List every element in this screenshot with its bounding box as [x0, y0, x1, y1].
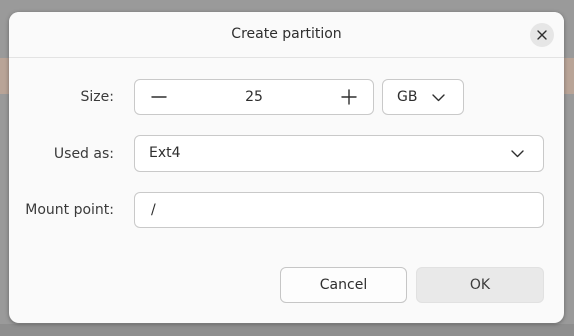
- ok-button[interactable]: OK: [416, 267, 544, 303]
- dialog-title: Create partition: [231, 26, 342, 42]
- increment-button[interactable]: [337, 85, 361, 109]
- used-as-dropdown[interactable]: Ext4: [134, 135, 544, 172]
- chevron-down-icon: [511, 150, 524, 158]
- size-spinbutton: 25: [134, 79, 374, 115]
- dialog-header: Create partition: [9, 12, 564, 58]
- mount-point-value: /: [151, 202, 156, 218]
- mount-point-input[interactable]: /: [134, 192, 544, 228]
- size-unit-value: GB: [397, 89, 418, 105]
- backdrop-bottom: [0, 324, 574, 336]
- mount-point-label: Mount point:: [25, 202, 114, 218]
- close-button[interactable]: [530, 23, 554, 47]
- used-as-label: Used as:: [53, 146, 114, 162]
- create-partition-dialog: Create partition Size: 25 GB Used as: Ex…: [9, 12, 564, 323]
- size-label: Size:: [80, 89, 114, 105]
- used-as-value: Ext4: [149, 145, 181, 161]
- chevron-down-icon: [432, 94, 445, 102]
- cancel-button[interactable]: Cancel: [280, 267, 407, 303]
- plus-icon: [341, 89, 357, 105]
- close-icon: [537, 30, 547, 40]
- size-unit-dropdown[interactable]: GB: [382, 79, 464, 115]
